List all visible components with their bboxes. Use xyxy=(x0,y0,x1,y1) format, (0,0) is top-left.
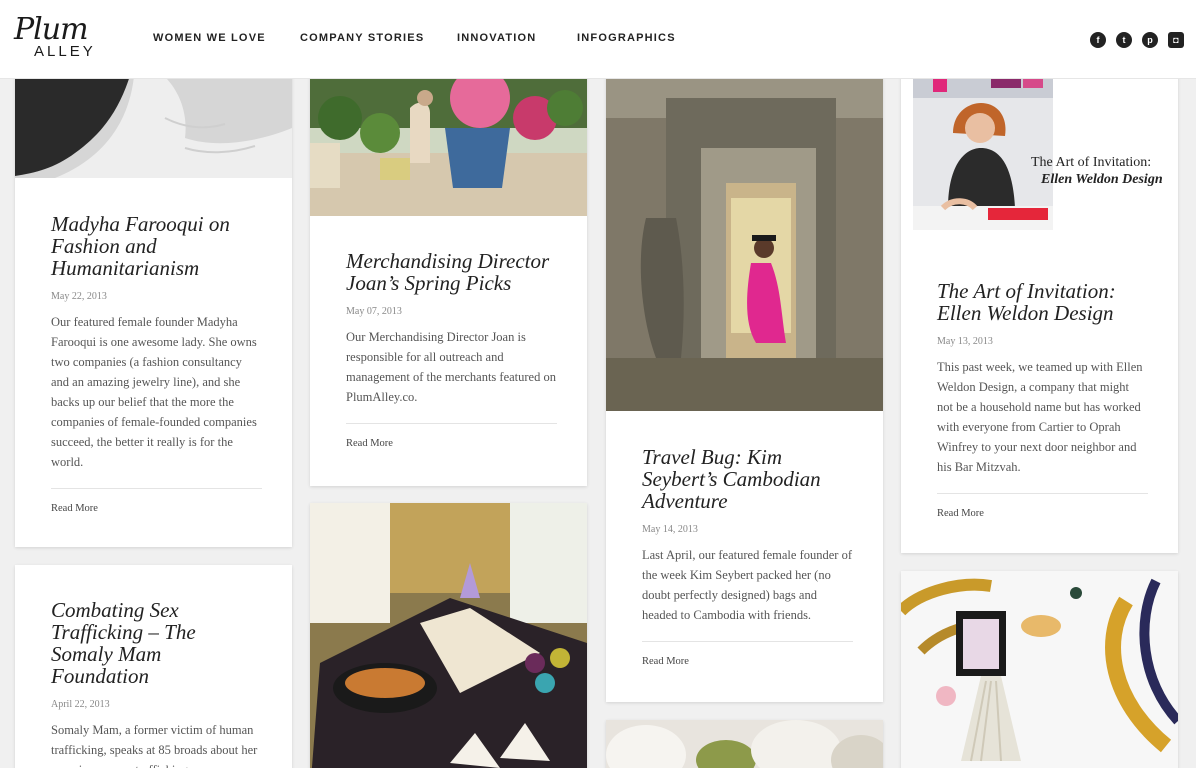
post-card-flowers[interactable] xyxy=(606,720,883,768)
nav-innovation[interactable]: INNOVATION xyxy=(457,32,536,44)
post-image-table-setting[interactable] xyxy=(310,503,587,768)
post-date: April 22, 2013 xyxy=(51,699,110,710)
logo-wordmark-top: Plum xyxy=(14,12,89,47)
post-image-garden[interactable] xyxy=(310,58,587,216)
image-caption-line1: The Art of Invitation: xyxy=(1031,155,1152,170)
instagram-icon[interactable]: ◘ xyxy=(1168,32,1184,48)
post-excerpt: Our Merchandising Director Joan is respo… xyxy=(346,330,556,404)
post-title[interactable]: Madyha Farooqui on Fashion and Humanitar… xyxy=(51,213,262,279)
post-image-flowers[interactable] xyxy=(606,720,883,768)
post-card-somaly-mam[interactable]: Combating Sex Trafficking – The Somaly M… xyxy=(15,565,292,768)
post-title[interactable]: Combating Sex Trafficking – The Somaly M… xyxy=(51,599,262,687)
read-more-link[interactable]: Read More xyxy=(642,656,689,667)
image-caption-line2: Ellen Weldon Design xyxy=(1041,172,1163,187)
post-card-joan[interactable]: Merchandising Director Joan’s Spring Pic… xyxy=(310,58,587,486)
read-more-link[interactable]: Read More xyxy=(937,508,984,519)
post-date: May 07, 2013 xyxy=(346,306,402,317)
post-excerpt: Somaly Mam, a former victim of human tra… xyxy=(51,723,258,768)
site-header: Plum ALLEY WOMEN WE LOVE COMPANY STORIES… xyxy=(0,0,1196,79)
post-image-cambodia[interactable] xyxy=(606,58,883,411)
post-excerpt: Our featured female founder Madyha Faroo… xyxy=(51,315,257,469)
pinterest-icon[interactable]: p xyxy=(1142,32,1158,48)
post-card-table-setting[interactable] xyxy=(310,503,587,768)
divider xyxy=(937,493,1148,494)
post-card-ellen-weldon[interactable]: The Art of Invitation: Ellen Weldon Desi… xyxy=(901,58,1178,553)
post-card-madyha[interactable]: Madyha Farooqui on Fashion and Humanitar… xyxy=(15,58,292,547)
post-title[interactable]: Merchandising Director Joan’s Spring Pic… xyxy=(346,250,557,294)
post-date: May 13, 2013 xyxy=(937,336,993,347)
post-date: May 22, 2013 xyxy=(51,291,107,302)
divider xyxy=(642,641,853,642)
post-card-kim-seybert[interactable]: Travel Bug: Kim Seybert’s Cambodian Adve… xyxy=(606,58,883,702)
plum-alley-logo[interactable]: Plum ALLEY xyxy=(14,12,104,60)
facebook-icon[interactable]: f xyxy=(1090,32,1106,48)
post-excerpt: Last April, our featured female founder … xyxy=(642,548,852,622)
divider xyxy=(51,488,262,489)
post-title[interactable]: Travel Bug: Kim Seybert’s Cambodian Adve… xyxy=(642,446,853,512)
read-more-link[interactable]: Read More xyxy=(51,503,98,514)
twitter-icon[interactable]: t xyxy=(1116,32,1132,48)
post-image-jewelry[interactable] xyxy=(901,571,1178,768)
social-links: f t p ◘ xyxy=(1090,32,1184,48)
logo-wordmark-bottom: ALLEY xyxy=(34,43,96,60)
nav-infographics[interactable]: INFOGRAPHICS xyxy=(577,32,676,44)
divider xyxy=(346,423,557,424)
read-more-link[interactable]: Read More xyxy=(346,438,393,449)
nav-company-stories[interactable]: COMPANY STORIES xyxy=(300,32,424,44)
post-excerpt: This past week, we teamed up with Ellen … xyxy=(937,360,1143,474)
post-title[interactable]: The Art of Invitation: Ellen Weldon Desi… xyxy=(937,280,1148,324)
post-image-ellen-weldon[interactable]: The Art of Invitation: Ellen Weldon Desi… xyxy=(901,58,1178,230)
post-date: May 14, 2013 xyxy=(642,524,698,535)
post-card-jewelry[interactable] xyxy=(901,571,1178,768)
nav-women-we-love[interactable]: WOMEN WE LOVE xyxy=(153,32,266,44)
